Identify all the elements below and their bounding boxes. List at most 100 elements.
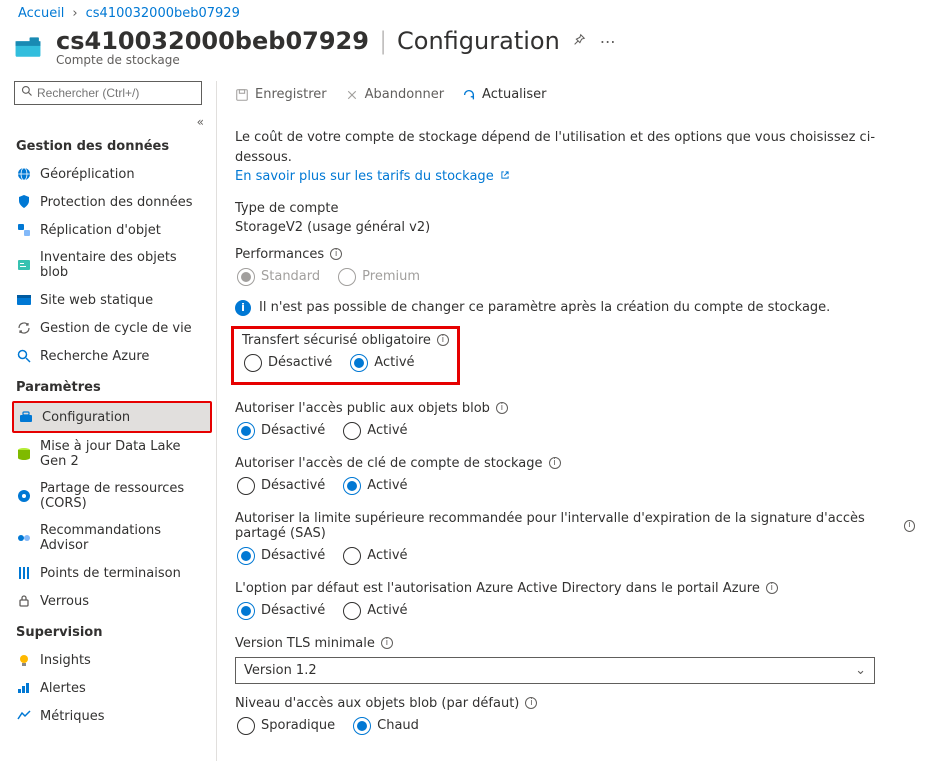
page-title: Configuration <box>397 27 560 55</box>
sidebar-item-label: Insights <box>40 653 91 668</box>
sidebar-item-lifecycle[interactable]: Gestion de cycle de vie <box>0 314 214 342</box>
info-icon[interactable]: i <box>496 402 508 414</box>
section-data-management: Gestion des données <box>0 129 214 160</box>
sidebar-item-blob-inventory[interactable]: Inventaire des objets blob <box>0 244 214 286</box>
main-content: Enregistrer Abandonner Actualiser Le coû… <box>223 81 935 761</box>
metrics-icon <box>16 708 32 724</box>
sidebar-item-configuration[interactable]: Configuration <box>14 403 210 431</box>
highlight-configuration: Configuration <box>12 401 212 433</box>
radio-label: Désactivé <box>261 548 325 563</box>
public-blob-enabled-radio[interactable]: Activé <box>343 422 407 440</box>
secure-transfer-enabled-radio[interactable]: Activé <box>350 354 414 372</box>
cors-icon <box>16 488 32 504</box>
pricing-link[interactable]: En savoir plus sur les tarifs du stockag… <box>235 167 510 187</box>
info-icon[interactable]: i <box>525 697 537 709</box>
radio-label: Désactivé <box>261 603 325 618</box>
radio-label: Sporadique <box>261 718 335 733</box>
page-header: cs410032000beb07929 | Configuration ⋯ Co… <box>0 27 935 81</box>
save-button[interactable]: Enregistrer <box>235 87 327 102</box>
sidebar-item-advisor[interactable]: Recommandations Advisor <box>0 517 214 559</box>
sidebar-item-cors[interactable]: Partage de ressources (CORS) <box>0 475 214 517</box>
discard-icon <box>345 88 359 102</box>
performance-standard-radio: Standard <box>237 268 320 286</box>
alerts-icon <box>16 680 32 696</box>
sidebar-item-data-protection[interactable]: Protection des données <box>0 188 214 216</box>
sidebar-item-label: Protection des données <box>40 195 193 210</box>
sidebar-item-label: Inventaire des objets blob <box>40 250 206 280</box>
search-input[interactable] <box>35 84 197 102</box>
advisor-icon <box>16 530 32 546</box>
tls-select[interactable]: Version 1.2 ⌄ <box>235 657 875 684</box>
info-icon[interactable]: i <box>330 248 342 260</box>
globe-icon <box>16 166 32 182</box>
sidebar-item-locks[interactable]: Verrous <box>0 587 214 615</box>
radio-label: Activé <box>367 478 407 493</box>
title-separator: | <box>377 27 389 55</box>
info-icon[interactable]: i <box>766 582 778 594</box>
account-type-label: Type de compte <box>235 201 339 216</box>
save-icon <box>235 88 249 102</box>
public-blob-label: Autoriser l'accès public aux objets blob <box>235 401 490 416</box>
breadcrumb-home[interactable]: Accueil <box>18 6 64 21</box>
sidebar-item-label: Réplication d'objet <box>40 223 161 238</box>
info-icon[interactable]: i <box>904 520 915 532</box>
breadcrumb-resource[interactable]: cs410032000beb07929 <box>86 6 240 21</box>
sidebar-item-object-replication[interactable]: Réplication d'objet <box>0 216 214 244</box>
info-icon[interactable]: i <box>437 334 449 346</box>
key-access-disabled-radio[interactable]: Désactivé <box>237 477 325 495</box>
sidebar-item-alerts[interactable]: Alertes <box>0 674 214 702</box>
radio-label: Désactivé <box>261 423 325 438</box>
sidebar-item-metrics[interactable]: Métriques <box>0 702 214 730</box>
secure-transfer-disabled-radio[interactable]: Désactivé <box>244 354 332 372</box>
public-blob-disabled-radio[interactable]: Désactivé <box>237 422 325 440</box>
chevron-right-icon: › <box>72 6 77 21</box>
sidebar-item-georeplication[interactable]: Géoréplication <box>0 160 214 188</box>
tls-label: Version TLS minimale <box>235 636 375 651</box>
external-link-icon <box>500 169 510 186</box>
shield-icon <box>16 194 32 210</box>
radio-label: Activé <box>367 548 407 563</box>
sidebar-item-endpoints[interactable]: Points de terminaison <box>0 559 214 587</box>
radio-label: Activé <box>367 603 407 618</box>
discard-label: Abandonner <box>365 87 444 102</box>
sas-enabled-radio[interactable]: Activé <box>343 547 407 565</box>
discard-button[interactable]: Abandonner <box>345 87 444 102</box>
pin-icon[interactable] <box>572 32 586 51</box>
key-access-enabled-radio[interactable]: Activé <box>343 477 407 495</box>
sidebar-item-label: Gestion de cycle de vie <box>40 321 192 336</box>
sidebar-item-label: Points de terminaison <box>40 566 181 581</box>
more-icon[interactable]: ⋯ <box>600 32 616 51</box>
aad-disabled-radio[interactable]: Désactivé <box>237 602 325 620</box>
refresh-button[interactable]: Actualiser <box>462 87 546 102</box>
sidebar-item-label: Métriques <box>40 709 105 724</box>
account-type-value: StorageV2 (usage général v2) <box>235 220 915 235</box>
radio-label: Désactivé <box>261 478 325 493</box>
sidebar-item-label: Site web statique <box>40 293 153 308</box>
sidebar-item-label: Verrous <box>40 594 89 609</box>
info-icon[interactable]: i <box>549 457 561 469</box>
blob-tier-hot-radio[interactable]: Chaud <box>353 717 419 735</box>
sidebar-item-datalake-upgrade[interactable]: Mise à jour Data Lake Gen 2 <box>0 433 214 475</box>
search-service-icon <box>16 348 32 364</box>
aad-enabled-radio[interactable]: Activé <box>343 602 407 620</box>
collapse-sidebar-button[interactable]: « <box>0 109 214 129</box>
radio-label: Désactivé <box>268 355 332 370</box>
highlight-secure-transfer: Transfert sécurisé obligatoire i Désacti… <box>231 326 460 385</box>
search-input-wrap[interactable] <box>14 81 202 105</box>
blob-tier-cool-radio[interactable]: Sporadique <box>237 717 335 735</box>
sas-disabled-radio[interactable]: Désactivé <box>237 547 325 565</box>
vertical-divider <box>216 81 217 761</box>
sidebar-item-static-website[interactable]: Site web statique <box>0 286 214 314</box>
blob-tier-label: Niveau d'accès aux objets blob (par défa… <box>235 696 519 711</box>
lifecycle-icon <box>16 320 32 336</box>
section-supervision: Supervision <box>0 615 214 646</box>
lock-icon <box>16 593 32 609</box>
refresh-icon <box>462 88 476 102</box>
info-icon[interactable]: i <box>381 637 393 649</box>
replication-icon <box>16 222 32 238</box>
save-label: Enregistrer <box>255 87 327 102</box>
sidebar-item-azure-search[interactable]: Recherche Azure <box>0 342 214 370</box>
sidebar-item-insights[interactable]: Insights <box>0 646 214 674</box>
insights-icon <box>16 652 32 668</box>
aad-label: L'option par défaut est l'autorisation A… <box>235 581 760 596</box>
